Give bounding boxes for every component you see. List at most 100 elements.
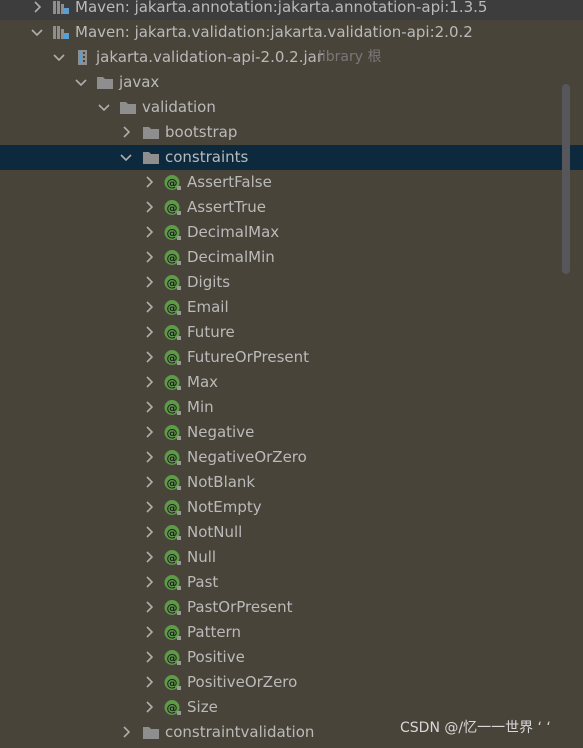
tree-node-label: PositiveOrZero xyxy=(187,673,298,691)
tree-node-label: Negative xyxy=(187,423,255,441)
annotation-icon: @ xyxy=(164,624,182,641)
chevron-right-icon[interactable] xyxy=(141,245,157,270)
annotation-icon: @ xyxy=(164,549,182,566)
chevron-right-icon[interactable] xyxy=(29,0,45,20)
chevron-right-icon[interactable] xyxy=(141,645,157,670)
chevron-down-icon[interactable] xyxy=(29,20,45,45)
tree-node-constraints[interactable]: constraints xyxy=(0,145,583,170)
chevron-right-icon[interactable] xyxy=(141,345,157,370)
chevron-right-icon[interactable] xyxy=(141,670,157,695)
tree-node-annotation[interactable]: @ Digits xyxy=(0,270,583,295)
chevron-down-icon[interactable] xyxy=(51,45,67,70)
chevron-right-icon[interactable] xyxy=(141,495,157,520)
svg-text:@: @ xyxy=(167,477,178,490)
chevron-right-icon[interactable] xyxy=(141,270,157,295)
jar-icon xyxy=(74,49,92,66)
csdn-watermark: CSDN @/忆一一世界 ‘ ‘ xyxy=(400,720,551,736)
tree-node-annotation[interactable]: @ Negative xyxy=(0,420,583,445)
chevron-right-icon[interactable] xyxy=(141,420,157,445)
tree-node-annotation[interactable]: @ FutureOrPresent xyxy=(0,345,583,370)
tree-node-annotation[interactable]: @ Pattern xyxy=(0,620,583,645)
tree-node-annotation[interactable]: @ NotNull xyxy=(0,520,583,545)
svg-text:@: @ xyxy=(167,277,178,290)
tree-node-annotation[interactable]: @ NegativeOrZero xyxy=(0,445,583,470)
chevron-down-icon[interactable] xyxy=(118,145,134,170)
svg-text:@: @ xyxy=(167,402,178,415)
tree-node-annotation[interactable]: @ Null xyxy=(0,545,583,570)
svg-text:@: @ xyxy=(167,627,178,640)
chevron-right-icon[interactable] xyxy=(141,595,157,620)
chevron-down-icon[interactable] xyxy=(96,95,112,120)
chevron-right-icon[interactable] xyxy=(141,170,157,195)
svg-text:@: @ xyxy=(167,327,178,340)
chevron-right-icon[interactable] xyxy=(141,695,157,720)
chevron-right-icon[interactable] xyxy=(141,470,157,495)
tree-node-label: NotEmpty xyxy=(187,498,262,516)
chevron-right-icon[interactable] xyxy=(141,195,157,220)
chevron-right-icon[interactable] xyxy=(141,370,157,395)
tree-node-annotation[interactable]: @ Min xyxy=(0,395,583,420)
tree-node-label: DecimalMin xyxy=(187,248,275,266)
tree-node-maven-validation-api[interactable]: Maven: jakarta.validation:jakarta.valida… xyxy=(0,20,583,45)
chevron-right-icon[interactable] xyxy=(141,320,157,345)
tree-node-bootstrap[interactable]: bootstrap xyxy=(0,120,583,145)
tree-node-validation[interactable]: validation xyxy=(0,95,583,120)
tree-node-label: Email xyxy=(187,298,229,316)
tree-node-annotation[interactable]: @ Max xyxy=(0,370,583,395)
tree-node-label: constraints xyxy=(165,148,249,166)
tree-node-label: FutureOrPresent xyxy=(187,348,310,366)
svg-text:@: @ xyxy=(167,252,178,265)
tree-node-javax[interactable]: javax xyxy=(0,70,583,95)
tree-node-annotation[interactable]: @ NotEmpty xyxy=(0,495,583,520)
tree-node-annotation[interactable]: @ DecimalMin xyxy=(0,245,583,270)
tree-node-annotation[interactable]: @ Future xyxy=(0,320,583,345)
tree-node-annotation[interactable]: @ Email xyxy=(0,295,583,320)
svg-text:@: @ xyxy=(167,302,178,315)
tree-node-annotation[interactable]: @ DecimalMax xyxy=(0,220,583,245)
annotation-icon: @ xyxy=(164,324,182,341)
chevron-right-icon[interactable] xyxy=(141,295,157,320)
svg-text:@: @ xyxy=(167,602,178,615)
annotation-icon: @ xyxy=(164,374,182,391)
tree-node-annotation[interactable]: @ AssertTrue xyxy=(0,195,583,220)
tree-node-annotation[interactable]: @ Positive xyxy=(0,645,583,670)
chevron-down-icon[interactable] xyxy=(73,70,89,95)
tree-node-annotation[interactable]: @ Past xyxy=(0,570,583,595)
tree-node-annotation[interactable]: @ PositiveOrZero xyxy=(0,670,583,695)
chevron-right-icon[interactable] xyxy=(118,720,134,745)
chevron-right-icon[interactable] xyxy=(141,520,157,545)
tree-node-label: Maven: jakarta.annotation:jakarta.annota… xyxy=(75,0,488,16)
tree-node-label: Null xyxy=(187,548,217,566)
library-icon xyxy=(52,24,70,41)
vertical-scrollbar[interactable] xyxy=(562,84,570,274)
chevron-right-icon[interactable] xyxy=(141,395,157,420)
folder-icon xyxy=(142,124,160,141)
tree-node-label: javax xyxy=(119,73,160,91)
svg-text:@: @ xyxy=(167,202,178,215)
library-root-hint: library 根 xyxy=(318,49,382,65)
annotation-icon: @ xyxy=(164,174,182,191)
annotation-icon: @ xyxy=(164,674,182,691)
tree-node-annotation[interactable]: @ NotBlank xyxy=(0,470,583,495)
tree-node-label: jakarta.validation-api-2.0.2.jar xyxy=(96,48,323,66)
chevron-right-icon[interactable] xyxy=(141,570,157,595)
tree-node-jar[interactable]: jakarta.validation-api-2.0.2.jar library… xyxy=(0,45,583,70)
tree-node-label: DecimalMax xyxy=(187,223,280,241)
tree-node-annotation[interactable]: @ PastOrPresent xyxy=(0,595,583,620)
folder-icon xyxy=(142,149,160,166)
chevron-right-icon[interactable] xyxy=(141,445,157,470)
tree-node-label: constraintvalidation xyxy=(165,723,315,741)
tree-node-label: NegativeOrZero xyxy=(187,448,307,466)
project-tree[interactable]: Maven: jakarta.annotation:jakarta.annota… xyxy=(0,0,583,748)
chevron-right-icon[interactable] xyxy=(141,545,157,570)
svg-text:@: @ xyxy=(167,702,178,715)
tree-node-annotation[interactable]: @ AssertFalse xyxy=(0,170,583,195)
chevron-right-icon[interactable] xyxy=(141,620,157,645)
svg-text:@: @ xyxy=(167,577,178,590)
tree-node-label: NotNull xyxy=(187,523,243,541)
tree-node-maven-annotation-api[interactable]: Maven: jakarta.annotation:jakarta.annota… xyxy=(0,0,583,20)
chevron-right-icon[interactable] xyxy=(141,220,157,245)
tree-node-label: Digits xyxy=(187,273,231,291)
chevron-right-icon[interactable] xyxy=(118,120,134,145)
tree-node-label: AssertFalse xyxy=(187,173,272,191)
